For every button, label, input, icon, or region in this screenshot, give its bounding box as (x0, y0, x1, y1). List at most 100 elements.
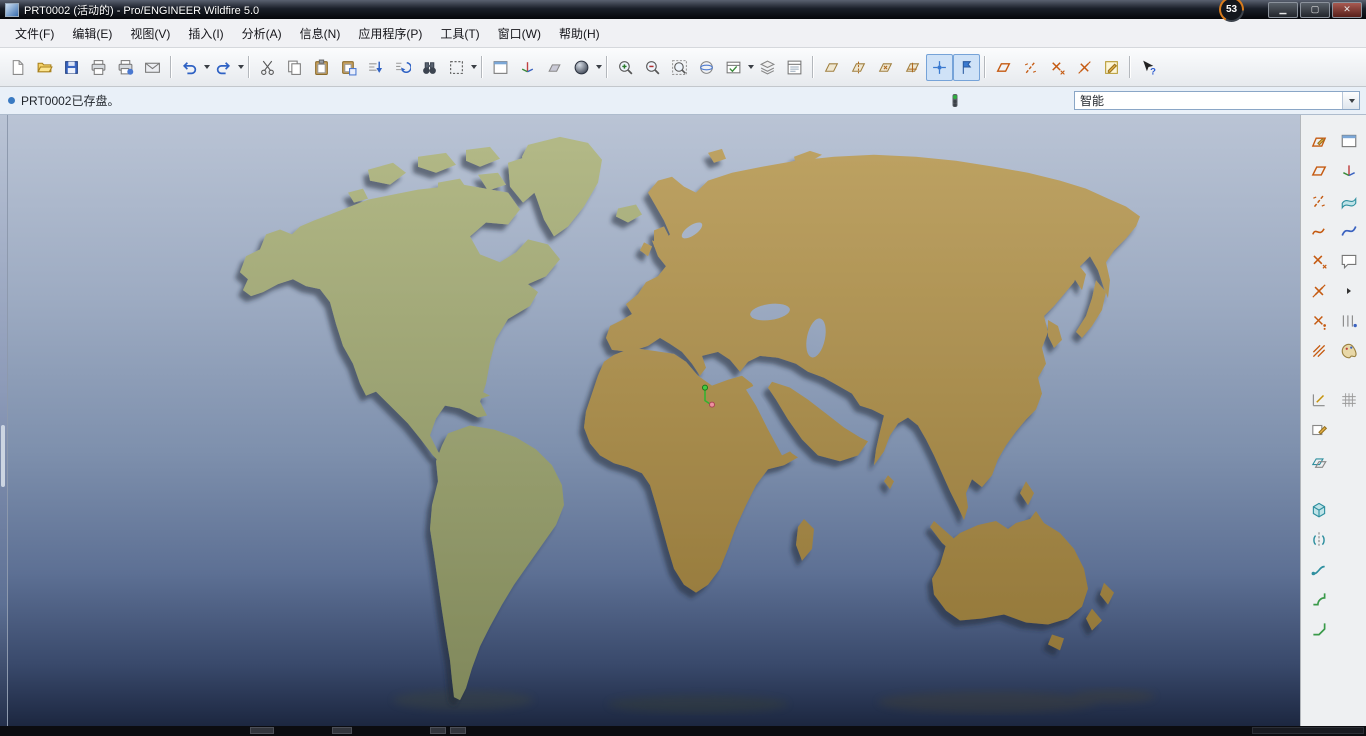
paste-button[interactable] (308, 54, 335, 81)
undo-button[interactable] (176, 54, 203, 81)
regenerate-manager-button[interactable] (389, 54, 416, 81)
annotation-tool-button[interactable] (1335, 247, 1363, 274)
maximize-button[interactable]: ▢ (1300, 2, 1330, 18)
palette-tool-button[interactable] (1335, 337, 1363, 364)
datum-plane-display-toggle[interactable] (818, 54, 845, 81)
copy-geometry-icon (1341, 134, 1356, 147)
flyout-arrow-button[interactable] (1335, 277, 1363, 304)
context-help-button[interactable]: ? (1135, 54, 1162, 81)
datum-point-create-button[interactable] (1044, 54, 1071, 81)
coordinate-system-tool-icon (1311, 283, 1326, 298)
datum-plane-tool-button[interactable] (1305, 157, 1333, 184)
render-style-button[interactable] (568, 54, 595, 81)
feature-toolbar (1300, 115, 1366, 726)
selection-filter-combobox[interactable]: 智能 (1074, 91, 1360, 110)
regenerate-manager-icon (396, 61, 411, 73)
chamfer-tool-button[interactable] (1305, 615, 1333, 642)
datum-csys-create-button[interactable] (1071, 54, 1098, 81)
taskbar-window-thumb[interactable] (430, 727, 446, 734)
close-button[interactable]: ✕ (1332, 2, 1362, 18)
extrude-tool-icon (1312, 502, 1325, 518)
cut-button[interactable] (254, 54, 281, 81)
select-dropdown-caret[interactable] (471, 65, 477, 69)
surface-tool-button[interactable] (1335, 187, 1363, 214)
saved-views-button[interactable] (720, 54, 747, 81)
open-file-button[interactable] (31, 54, 58, 81)
datum-plane-create-button[interactable] (990, 54, 1017, 81)
use-edge-tool-button[interactable] (1305, 337, 1333, 364)
menu-item[interactable]: 插入(I) (179, 21, 232, 46)
menu-item[interactable]: 帮助(H) (550, 21, 609, 46)
menu-item[interactable]: 文件(F) (6, 21, 63, 46)
minimize-button[interactable]: ▁ (1268, 2, 1298, 18)
refit-button[interactable] (666, 54, 693, 81)
datum-point-display-toggle[interactable] (872, 54, 899, 81)
datum-axis-tool-button[interactable] (1305, 187, 1333, 214)
undo-icon (182, 61, 197, 74)
print-button[interactable] (85, 54, 112, 81)
menu-item[interactable]: 信息(N) (291, 21, 350, 46)
offset-tool-button[interactable] (1305, 446, 1333, 473)
menu-item[interactable]: 视图(V) (121, 21, 179, 46)
menu-item[interactable]: 编辑(E) (63, 21, 121, 46)
point-array-tool-button[interactable] (1305, 307, 1333, 334)
copy-geometry-tool-button[interactable] (1335, 127, 1363, 154)
dimension-tool-button[interactable] (1305, 386, 1333, 413)
world-map-model[interactable] (8, 115, 1300, 726)
modify-tool-button[interactable] (1305, 416, 1333, 443)
extrude-tool-button[interactable] (1305, 495, 1333, 522)
regenerate-button[interactable] (362, 54, 389, 81)
coordinate-system-tool-button[interactable] (1305, 277, 1333, 304)
revolve-tool-button[interactable] (1305, 525, 1333, 552)
taskbar-window-thumb[interactable] (332, 727, 352, 734)
orient-mode-tool-button[interactable] (1335, 157, 1363, 184)
grid-tool-button[interactable] (1335, 386, 1363, 413)
component-display-button[interactable] (541, 54, 568, 81)
find-button[interactable] (416, 54, 443, 81)
menu-item[interactable]: 分析(A) (233, 21, 291, 46)
taskbar-tray[interactable] (1252, 727, 1364, 734)
sweep-tool-button[interactable] (1305, 555, 1333, 582)
spin-center-toggle[interactable] (926, 53, 953, 81)
menu-item[interactable]: 工具(T) (431, 21, 488, 46)
regeneration-status-icon[interactable] (948, 93, 962, 109)
datum-csys-display-toggle[interactable] (899, 54, 926, 81)
render-dropdown-caret[interactable] (596, 65, 602, 69)
menu-item[interactable]: 应用程序(P) (349, 21, 431, 46)
round-tool-button[interactable] (1305, 585, 1333, 612)
annotation-display-toggle[interactable] (953, 53, 980, 81)
model-window-button[interactable] (487, 54, 514, 81)
combobox-dropdown-button[interactable] (1342, 92, 1359, 109)
send-mail-button[interactable] (139, 54, 166, 81)
new-file-button[interactable] (4, 54, 31, 81)
menu-item[interactable]: 窗口(W) (489, 21, 550, 46)
datum-curve-tool-button[interactable] (1305, 217, 1333, 244)
sketch-create-button[interactable] (1098, 54, 1125, 81)
layers-button[interactable] (754, 54, 781, 81)
save-button[interactable] (58, 54, 85, 81)
redo-dropdown-caret[interactable] (238, 65, 244, 69)
select-region-button[interactable] (443, 54, 470, 81)
paste-icon (315, 59, 328, 75)
paste-special-button[interactable] (335, 54, 362, 81)
pattern-tool-button[interactable] (1335, 307, 1363, 334)
regenerate-icon (369, 61, 383, 73)
sketch-tool-button[interactable] (1305, 127, 1333, 154)
taskbar-window-thumb[interactable] (250, 727, 274, 734)
copy-button[interactable] (281, 54, 308, 81)
gauge-widget[interactable]: 53 (1219, 0, 1244, 22)
drag-3d-button[interactable] (514, 54, 541, 81)
zoom-out-button[interactable] (639, 54, 666, 81)
datum-axis-display-toggle[interactable] (845, 54, 872, 81)
datum-point-tool-button[interactable] (1305, 247, 1333, 274)
print-setup-button[interactable] (112, 54, 139, 81)
graphics-viewport[interactable] (8, 115, 1300, 726)
taskbar-window-thumb[interactable] (450, 727, 466, 734)
zoom-in-button[interactable] (612, 54, 639, 81)
view-manager-button[interactable] (781, 54, 808, 81)
style-tool-button[interactable] (1335, 217, 1363, 244)
redo-button[interactable] (210, 54, 237, 81)
reorient-button[interactable] (693, 54, 720, 81)
datum-axis-create-button[interactable] (1017, 54, 1044, 81)
sash-handle[interactable] (1, 425, 5, 487)
